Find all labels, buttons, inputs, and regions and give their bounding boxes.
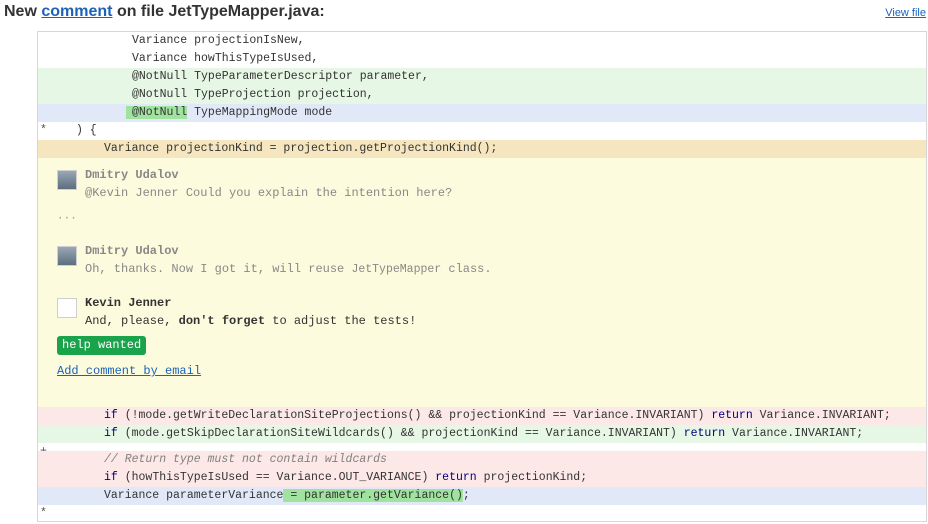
code-line-modified: * @NotNull TypeMappingMode mode <box>38 104 926 137</box>
code-fragment: (howThisTypeIsUsed == Variance.OUT_VARIA… <box>117 471 436 484</box>
comment-link[interactable]: comment <box>41 3 112 20</box>
code-text: if (mode.getSkipDeclarationSiteWildcards… <box>104 425 863 443</box>
code-text: Variance howThisTypeIsUsed, <box>132 52 319 65</box>
code-line-added: + @NotNull TypeProjection projection, <box>38 86 926 119</box>
comment-bold: don't forget <box>178 314 266 328</box>
code-line-added: + @NotNull TypeParameterDescriptor param… <box>38 68 926 101</box>
comment-text: class. <box>441 262 492 276</box>
code-text: @NotNull TypeMappingMode mode <box>126 104 332 122</box>
keyword: return <box>435 471 477 484</box>
avatar <box>57 298 77 318</box>
comment-author[interactable]: Kevin Jenner <box>85 296 171 310</box>
hunk-separator <box>38 443 926 451</box>
code-line-added: + if (mode.getSkipDeclarationSiteWildcar… <box>38 425 926 458</box>
code-text: ) { <box>76 124 97 137</box>
help-wanted-badge[interactable]: help wanted <box>57 336 147 355</box>
title-prefix: New <box>4 3 37 20</box>
keyword: if <box>104 471 118 484</box>
code-fragment: (mode.getSkipDeclarationSiteWildcards() … <box>117 427 684 440</box>
code-fragment: projectionKind; <box>476 471 588 484</box>
code-fragment: Variance.INVARIANT; <box>752 409 891 422</box>
comment-thread: Dmitry Udalov @Kevin Jenner Could you ex… <box>38 158 926 407</box>
comment-text: Oh, thanks. Now I got it, will reuse <box>85 262 352 276</box>
avatar <box>57 170 77 190</box>
code-text: Variance projectionKind = projection.get… <box>104 142 498 155</box>
title-suffix: on file JetTypeMapper.java: <box>116 3 325 20</box>
collapsed-comments-toggle[interactable]: ··· <box>57 213 77 225</box>
code-line-deleted: – if (howThisTypeIsUsed == Variance.OUT_… <box>38 469 926 502</box>
comment-code: JetTypeMapper <box>351 263 442 276</box>
code-line: ) { <box>38 122 926 140</box>
comment-text: And, please, <box>85 314 179 328</box>
code-fragment: ; <box>462 489 470 502</box>
keyword: if <box>104 427 118 440</box>
changed-fragment: @NotNull <box>126 106 188 119</box>
add-comment-by-email-link[interactable]: Add comment by email <box>57 364 201 378</box>
comment-body: @Kevin Jenner Could you explain the inte… <box>85 186 453 200</box>
line-marker: * <box>40 507 47 520</box>
comment-author[interactable]: Dmitry Udalov <box>85 168 179 182</box>
code-text: Variance parameterVariance = parameter.g… <box>104 487 470 505</box>
changed-fragment: = parameter.getVariance() <box>283 489 463 502</box>
code-text-rest: TypeMappingMode mode <box>187 106 333 119</box>
code-fragment: Variance.INVARIANT; <box>725 427 864 440</box>
code-line-deleted: – if (!mode.getWriteDeclarationSiteProje… <box>38 407 926 440</box>
comment-text: to adjust the tests! <box>265 314 417 328</box>
code-fragment: Variance parameterVariance <box>104 489 284 502</box>
keyword: return <box>683 427 726 440</box>
view-file-link[interactable]: View file <box>885 7 926 19</box>
comment-body: Oh, thanks. Now I got it, will reuse Jet… <box>85 262 492 276</box>
code-text: if (howThisTypeIsUsed == Variance.OUT_VA… <box>104 469 587 487</box>
code-text: @NotNull TypeParameterDescriptor paramet… <box>132 70 429 83</box>
code-comment: // Return type must not contain wildcard… <box>104 453 387 466</box>
page-title: New comment on file JetTypeMapper.java: <box>4 2 928 22</box>
code-line-modified: * Variance parameterVariance = parameter… <box>38 487 926 520</box>
avatar <box>57 246 77 266</box>
comment-author[interactable]: Dmitry Udalov <box>85 244 179 258</box>
code-line: Variance howThisTypeIsUsed, <box>38 50 926 68</box>
page-header: New comment on file JetTypeMapper.java: … <box>4 2 928 24</box>
code-fragment: (!mode.getWriteDeclarationSiteProjection… <box>117 409 712 422</box>
keyword: if <box>104 409 118 422</box>
code-line-commented: + Variance projectionKind = projection.g… <box>38 140 926 173</box>
code-line-deleted: – // Return type must not contain wildca… <box>38 451 926 484</box>
code-text: @NotNull TypeProjection projection, <box>132 88 374 101</box>
code-text: if (!mode.getWriteDeclarationSiteProject… <box>104 407 891 425</box>
diff-panel: Variance projectionIsNew, Variance howTh… <box>37 31 927 522</box>
comment-body: And, please, don't forget to adjust the … <box>85 314 416 328</box>
keyword: return <box>711 409 753 422</box>
code-line: Variance projectionIsNew, <box>38 32 926 50</box>
code-text: Variance projectionIsNew, <box>132 34 305 47</box>
